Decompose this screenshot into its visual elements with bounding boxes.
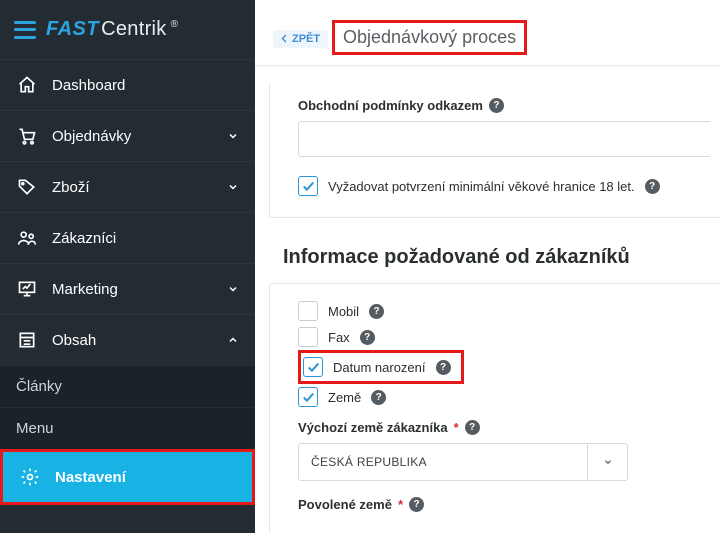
age-confirm-row[interactable]: Vyžadovat potvrzení minimální věkové hra… (298, 173, 710, 199)
dob-row[interactable]: Datum narození ? (301, 355, 455, 379)
tag-icon (16, 177, 38, 197)
users-icon (16, 228, 38, 248)
sidebar-item-label: Marketing (52, 281, 227, 298)
checkbox-mobil[interactable] (298, 301, 318, 321)
logo-reg: ® (171, 19, 178, 30)
terms-label-row: Obchodní podmínky odkazem ? (298, 98, 710, 113)
logo: FAST Centrik ® (46, 18, 176, 41)
gear-icon (19, 467, 41, 487)
chevron-up-icon (227, 334, 239, 346)
sidebar-item-zakaznici[interactable]: Zákazníci (0, 212, 255, 263)
sidebar-item-dashboard[interactable]: Dashboard (0, 59, 255, 110)
dob-label: Datum narození (333, 360, 426, 375)
chevron-down-icon (602, 457, 614, 467)
help-icon[interactable]: ? (360, 330, 375, 345)
main: ZPĚT Objednávkový proces Obchodní podmín… (255, 0, 720, 533)
sidebar-sub-nastaveni[interactable]: Nastavení (0, 449, 255, 505)
help-icon[interactable]: ? (645, 179, 660, 194)
allowed-countries-label-row: Povolené země * ? (298, 497, 710, 512)
chevron-down-icon (227, 130, 239, 142)
sidebar-header: FAST Centrik ® (0, 0, 255, 59)
sidebar-item-label: Obsah (52, 332, 227, 349)
checkbox-fax[interactable] (298, 327, 318, 347)
checkbox-zeme[interactable] (298, 387, 318, 407)
terms-label: Obchodní podmínky odkazem (298, 98, 483, 113)
sidebar-item-label: Nastavení (55, 469, 236, 486)
allowed-countries-label: Povolené země (298, 497, 392, 512)
sidebar-item-objednavky[interactable]: Objednávky (0, 110, 255, 161)
chevron-down-icon (227, 283, 239, 295)
age-confirm-label: Vyžadovat potvrzení minimální věkové hra… (328, 179, 635, 194)
help-icon[interactable]: ? (489, 98, 504, 113)
required-star: * (398, 497, 403, 512)
content: Obchodní podmínky odkazem ? Vyžadovat po… (255, 66, 720, 533)
presentation-icon (16, 279, 38, 299)
zeme-label: Země (328, 390, 361, 405)
default-country-select[interactable]: ČESKÁ REPUBLIKA (298, 443, 628, 481)
sidebar: FAST Centrik ® Dashboard Objednávky Zbož… (0, 0, 255, 533)
fax-row[interactable]: Fax ? (298, 324, 710, 350)
logo-fast: FAST (46, 18, 99, 41)
dob-highlight: Datum narození ? (298, 350, 464, 384)
sidebar-item-marketing[interactable]: Marketing (0, 263, 255, 314)
checkbox-dob[interactable] (303, 357, 323, 377)
hamburger-icon[interactable] (14, 21, 36, 39)
check-icon (302, 181, 315, 192)
logo-centrik: Centrik (101, 18, 166, 41)
top-area: ZPĚT Objednávkový proces (255, 0, 720, 66)
sidebar-item-label: Objednávky (52, 128, 227, 145)
panel-terms: Obchodní podmínky odkazem ? Vyžadovat po… (269, 84, 720, 218)
check-icon (307, 362, 320, 373)
cart-icon (16, 126, 38, 146)
select-dropdown-button[interactable] (587, 444, 627, 480)
sidebar-item-label: Články (16, 378, 239, 395)
chevron-left-icon (281, 34, 288, 43)
default-country-value: ČESKÁ REPUBLIKA (299, 455, 587, 469)
sidebar-item-obsah[interactable]: Obsah (0, 314, 255, 365)
page-title-highlight: Objednávkový proces (332, 20, 527, 55)
sidebar-sub-clanky[interactable]: Články (0, 365, 255, 407)
help-icon[interactable]: ? (436, 360, 451, 375)
sidebar-item-label: Zboží (52, 179, 227, 196)
section-heading: Informace požadované od zákazníků (269, 232, 720, 275)
help-icon[interactable]: ? (409, 497, 424, 512)
required-star: * (454, 420, 459, 435)
chevron-down-icon (227, 181, 239, 193)
terms-input[interactable] (298, 121, 710, 157)
home-icon (16, 75, 38, 95)
mobil-row[interactable]: Mobil ? (298, 298, 710, 324)
nav: Dashboard Objednávky Zboží Zákazníci (0, 59, 255, 505)
help-icon[interactable]: ? (465, 420, 480, 435)
fax-label: Fax (328, 330, 350, 345)
sidebar-item-zbozi[interactable]: Zboží (0, 161, 255, 212)
checkbox-age-confirm[interactable] (298, 176, 318, 196)
content-icon (16, 330, 38, 350)
sidebar-item-label: Menu (16, 420, 239, 437)
check-icon (302, 392, 315, 403)
help-icon[interactable]: ? (369, 304, 384, 319)
sidebar-item-label: Zákazníci (52, 230, 239, 247)
sidebar-sub-menu[interactable]: Menu (0, 407, 255, 449)
page-title: Objednávkový proces (335, 23, 524, 52)
default-country-label-row: Výchozí země zákazníka * ? (298, 420, 710, 435)
panel-customer-info: Mobil ? Fax ? Datum narození ? (269, 283, 720, 533)
sidebar-item-label: Dashboard (52, 77, 239, 94)
back-button[interactable]: ZPĚT (273, 30, 328, 48)
default-country-label: Výchozí země zákazníka (298, 420, 448, 435)
help-icon[interactable]: ? (371, 390, 386, 405)
mobil-label: Mobil (328, 304, 359, 319)
zeme-row[interactable]: Země ? (298, 384, 710, 410)
back-label: ZPĚT (292, 33, 320, 45)
